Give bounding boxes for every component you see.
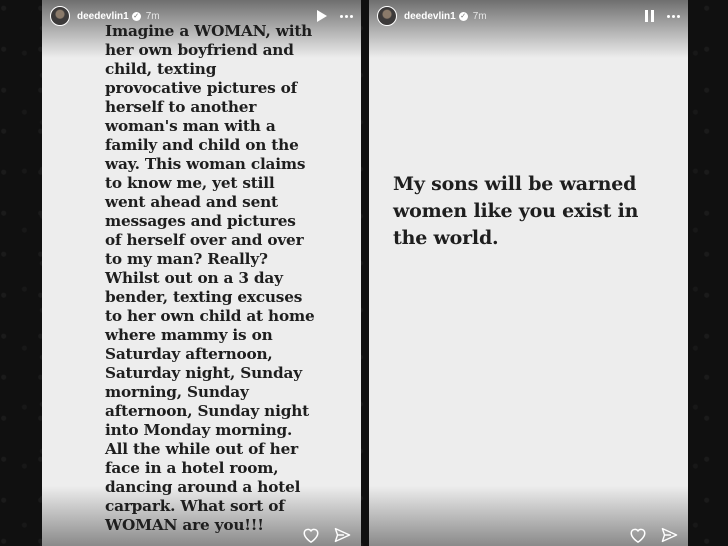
heart-icon[interactable]	[629, 527, 647, 543]
post-time: 7m	[472, 10, 487, 22]
story-controls	[645, 10, 680, 22]
story-panel-right[interactable]: deedevlin1 ✓ 7m My sons will be warned w…	[369, 0, 688, 546]
more-options-icon[interactable]	[667, 14, 680, 18]
story-text: My sons will be warned women like you ex…	[393, 173, 639, 249]
verified-badge-icon: ✓	[458, 11, 468, 21]
send-icon[interactable]	[661, 527, 678, 543]
story-footer	[629, 527, 678, 543]
send-icon[interactable]	[334, 527, 351, 543]
pause-icon[interactable]	[645, 10, 654, 22]
heart-icon[interactable]	[302, 527, 320, 543]
story-header: deedevlin1 ✓ 7m	[377, 5, 680, 27]
story-footer	[302, 527, 351, 543]
post-time: 7m	[145, 10, 160, 22]
story-controls	[317, 10, 353, 22]
verified-badge-icon: ✓	[131, 11, 141, 21]
username[interactable]: deedevlin1	[77, 11, 129, 22]
username[interactable]: deedevlin1	[404, 11, 456, 22]
play-icon	[317, 10, 327, 22]
avatar[interactable]	[377, 6, 397, 26]
story-panel-left[interactable]: deedevlin1 ✓ 7m Imagine a WOMAN, with he…	[42, 0, 361, 546]
more-options-icon[interactable]	[340, 14, 353, 18]
play-button[interactable]	[317, 10, 327, 22]
story-text: Imagine a WOMAN, with her own boyfriend …	[105, 22, 315, 534]
avatar[interactable]	[50, 6, 70, 26]
